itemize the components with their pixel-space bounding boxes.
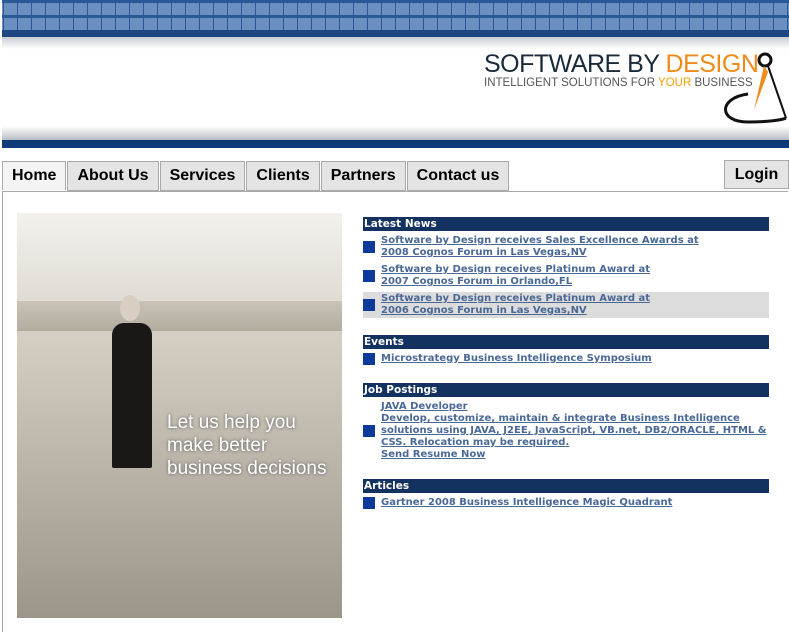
event-link[interactable]: Microstrategy Business Intelligence Symp…	[381, 353, 652, 365]
header-stripe	[2, 140, 789, 148]
articles-section: Articles Gartner 2008 Business Intellige…	[363, 479, 769, 510]
bullet-icon	[363, 299, 375, 311]
news-link[interactable]: Software by Design receives Sales Excell…	[381, 235, 699, 247]
login-button[interactable]: Login	[724, 160, 789, 189]
logo-name: SOFTWARE BY	[484, 50, 666, 78]
bullet-icon	[363, 497, 375, 509]
list-item: Microstrategy Business Intelligence Symp…	[363, 352, 769, 366]
section-header: Events	[363, 335, 769, 349]
news-link[interactable]: Software by Design receives Platinum Awa…	[381, 293, 650, 305]
header-shade	[2, 37, 789, 49]
tab-contact-us[interactable]: Contact us	[406, 161, 510, 191]
bullet-icon	[363, 270, 375, 282]
logo-tagline-accent: YOUR	[658, 77, 692, 89]
section-header: Job Postings	[363, 383, 769, 397]
bullet-icon	[363, 241, 375, 253]
bullet-icon	[363, 425, 375, 437]
job-postings-section: Job Postings JAVA Developer Develop, cus…	[363, 383, 769, 462]
news-link[interactable]: 2007 Cognos Forum in Orlando,FL	[381, 276, 650, 288]
hero-tagline-line: business decisions	[167, 458, 327, 479]
job-title-link[interactable]: JAVA Developer	[381, 401, 769, 413]
section-header: Latest News	[363, 217, 769, 231]
article-link[interactable]: Gartner 2008 Business Intelligence Magic…	[381, 497, 672, 509]
list-item: Gartner 2008 Business Intelligence Magic…	[363, 496, 769, 510]
list-item: Software by Design receives Platinum Awa…	[363, 292, 769, 318]
news-link[interactable]: 2006 Cognos Forum in Las Vegas,NV	[381, 305, 650, 317]
job-description-link[interactable]: Develop, customize, maintain & integrate…	[381, 413, 769, 449]
tab-home[interactable]: Home	[2, 161, 67, 190]
bullet-icon	[363, 353, 375, 365]
hero-tagline-line: Let us help you	[167, 412, 296, 433]
logo-tagline: INTELLIGENT SOLUTIONS FOR	[484, 77, 659, 89]
events-section: Events Microstrategy Business Intelligen…	[363, 335, 769, 366]
news-column: Latest News Software by Design receives …	[363, 217, 769, 527]
section-header: Articles	[363, 479, 769, 493]
header-banner	[2, 0, 789, 37]
main-nav: Home About Us Services Clients Partners …	[2, 161, 510, 191]
hero-image: Let us help you make better business dec…	[17, 213, 342, 618]
latest-news-section: Latest News Software by Design receives …	[363, 217, 769, 318]
header-shade-bottom	[2, 126, 789, 140]
news-link[interactable]: Software by Design receives Platinum Awa…	[381, 264, 650, 276]
tab-partners[interactable]: Partners	[320, 161, 406, 191]
news-link[interactable]: 2008 Cognos Forum in Las Vegas,NV	[381, 247, 699, 259]
list-item: Software by Design receives Platinum Awa…	[363, 263, 769, 289]
person-figure	[120, 295, 140, 321]
tab-clients[interactable]: Clients	[246, 161, 320, 191]
tab-about-us[interactable]: About Us	[67, 161, 159, 191]
send-resume-link[interactable]: Send Resume Now	[381, 449, 769, 461]
list-item: Software by Design receives Sales Excell…	[363, 234, 769, 260]
hero-tagline-line: make better	[167, 435, 268, 456]
tab-services[interactable]: Services	[159, 161, 246, 191]
compass-logo-icon	[724, 52, 787, 124]
list-item: JAVA Developer Develop, customize, maint…	[363, 400, 769, 462]
